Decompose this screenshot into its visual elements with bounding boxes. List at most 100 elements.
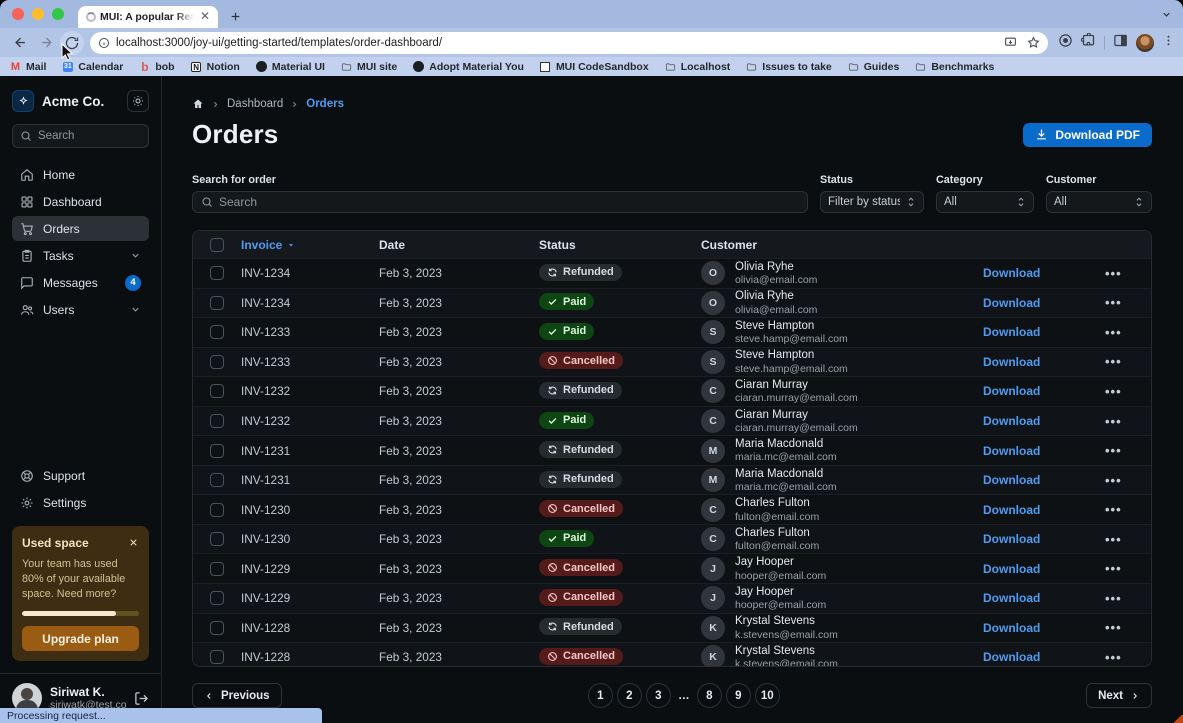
new-tab-button[interactable] — [224, 6, 246, 28]
browser-tab[interactable]: MUI: A popular React UI fram ✕ — [78, 6, 218, 28]
tab-search-chevron-icon[interactable] — [1157, 5, 1175, 23]
customer-filter-select[interactable]: All — [1046, 191, 1152, 213]
row-checkbox[interactable] — [210, 266, 224, 280]
category-filter-select[interactable]: All — [936, 191, 1034, 213]
theme-toggle-button[interactable] — [127, 90, 149, 112]
row-menu-button[interactable]: ••• — [1083, 443, 1151, 458]
privacy-badge-icon[interactable] — [1058, 33, 1073, 53]
back-button[interactable] — [8, 31, 32, 55]
sidebar-item-support[interactable]: Support — [12, 464, 149, 489]
row-checkbox[interactable] — [210, 296, 224, 310]
sidebar-item-home[interactable]: Home — [12, 162, 149, 187]
download-link[interactable]: Download — [983, 473, 1040, 487]
logout-icon[interactable] — [134, 691, 149, 706]
side-panel-icon[interactable] — [1113, 33, 1128, 53]
row-menu-button[interactable]: ••• — [1083, 591, 1151, 606]
minimize-window-button[interactable] — [32, 8, 44, 20]
download-link[interactable]: Download — [983, 562, 1040, 576]
site-info-icon[interactable] — [98, 37, 110, 49]
install-app-icon[interactable] — [1004, 36, 1017, 49]
download-link[interactable]: Download — [983, 384, 1040, 398]
download-link[interactable]: Download — [983, 355, 1040, 369]
row-menu-button[interactable]: ••• — [1083, 354, 1151, 369]
bookmark-item[interactable]: MMail — [10, 61, 46, 73]
browser-menu-kebab-icon[interactable] — [1162, 34, 1175, 52]
page-button-8[interactable]: 8 — [697, 683, 722, 708]
download-link[interactable]: Download — [983, 266, 1040, 280]
row-checkbox[interactable] — [210, 384, 224, 398]
sidebar-item-settings[interactable]: Settings — [12, 491, 149, 516]
zoom-window-button[interactable] — [52, 8, 64, 20]
url-bar[interactable]: localhost:3000/joy-ui/getting-started/te… — [90, 32, 1048, 54]
select-all-checkbox[interactable] — [210, 238, 224, 252]
profile-avatar[interactable] — [1136, 34, 1154, 52]
close-window-button[interactable] — [12, 8, 24, 20]
download-link[interactable]: Download — [983, 296, 1040, 310]
page-button-3[interactable]: 3 — [646, 683, 671, 708]
row-menu-button[interactable]: ••• — [1083, 295, 1151, 310]
extensions-puzzle-icon[interactable] — [1081, 33, 1096, 53]
bookmark-item[interactable]: Issues to take — [746, 61, 831, 73]
row-checkbox[interactable] — [210, 621, 224, 635]
forward-button[interactable] — [34, 31, 58, 55]
row-checkbox[interactable] — [210, 473, 224, 487]
bookmark-item[interactable]: MUI site — [341, 61, 397, 73]
bookmark-item[interactable]: MUI CodeSandbox — [540, 61, 649, 73]
row-checkbox[interactable] — [210, 532, 224, 546]
row-checkbox[interactable] — [210, 414, 224, 428]
previous-page-button[interactable]: Previous — [192, 683, 282, 708]
status-filter-select[interactable]: Filter by status — [820, 191, 924, 213]
sidebar-item-users[interactable]: Users — [12, 297, 149, 322]
page-button-1[interactable]: 1 — [588, 683, 613, 708]
sidebar-item-dashboard[interactable]: Dashboard — [12, 189, 149, 214]
sidebar-item-tasks[interactable]: Tasks — [12, 243, 149, 268]
download-pdf-button[interactable]: Download PDF — [1023, 123, 1152, 147]
bookmark-star-icon[interactable] — [1027, 36, 1040, 49]
download-link[interactable]: Download — [983, 503, 1040, 517]
column-header-invoice[interactable]: Invoice — [241, 238, 379, 252]
row-menu-button[interactable]: ••• — [1083, 384, 1151, 399]
page-button-9[interactable]: 9 — [726, 683, 751, 708]
bookmark-item[interactable]: Guides — [848, 61, 900, 73]
row-menu-button[interactable]: ••• — [1083, 650, 1151, 665]
sidebar-search-input[interactable]: Search — [12, 124, 149, 148]
upgrade-plan-button[interactable]: Upgrade plan — [22, 626, 139, 651]
row-checkbox[interactable] — [210, 591, 224, 605]
bookmark-item[interactable]: Adopt Material You — [413, 61, 524, 73]
breadcrumb-home-icon[interactable] — [192, 98, 204, 110]
row-checkbox[interactable] — [210, 444, 224, 458]
order-search-input[interactable]: Search — [192, 191, 808, 213]
download-link[interactable]: Download — [983, 325, 1040, 339]
page-button-10[interactable]: 10 — [755, 683, 780, 708]
download-link[interactable]: Download — [983, 532, 1040, 546]
download-link[interactable]: Download — [983, 621, 1040, 635]
page-button-2[interactable]: 2 — [617, 683, 642, 708]
row-checkbox[interactable] — [210, 650, 224, 664]
sidebar-item-orders[interactable]: Orders — [12, 216, 149, 241]
next-page-button[interactable]: Next — [1086, 683, 1152, 708]
row-menu-button[interactable]: ••• — [1083, 502, 1151, 517]
breadcrumb-item-dashboard[interactable]: Dashboard — [227, 98, 283, 110]
bookmark-item[interactable]: 31Calendar — [62, 61, 123, 73]
row-menu-button[interactable]: ••• — [1083, 266, 1151, 281]
row-menu-button[interactable]: ••• — [1083, 414, 1151, 429]
row-menu-button[interactable]: ••• — [1083, 325, 1151, 340]
bookmark-item[interactable]: NNotion — [191, 61, 240, 73]
row-menu-button[interactable]: ••• — [1083, 473, 1151, 488]
row-menu-button[interactable]: ••• — [1083, 561, 1151, 576]
row-checkbox[interactable] — [210, 355, 224, 369]
bookmark-item[interactable]: Benchmarks — [915, 61, 994, 73]
tab-close-icon[interactable]: ✕ — [198, 10, 212, 24]
download-link[interactable]: Download — [983, 414, 1040, 428]
row-checkbox[interactable] — [210, 562, 224, 576]
row-menu-button[interactable]: ••• — [1083, 532, 1151, 547]
download-link[interactable]: Download — [983, 650, 1040, 664]
bookmark-item[interactable]: bbob — [139, 61, 174, 73]
bookmark-item[interactable]: Material UI — [256, 61, 325, 73]
breadcrumb-item-orders[interactable]: Orders — [306, 98, 344, 110]
download-link[interactable]: Download — [983, 444, 1040, 458]
row-menu-button[interactable]: ••• — [1083, 620, 1151, 635]
sidebar-item-messages[interactable]: Messages4 — [12, 270, 149, 295]
used-space-close-icon[interactable] — [128, 537, 139, 548]
bookmark-item[interactable]: Localhost — [665, 61, 731, 73]
